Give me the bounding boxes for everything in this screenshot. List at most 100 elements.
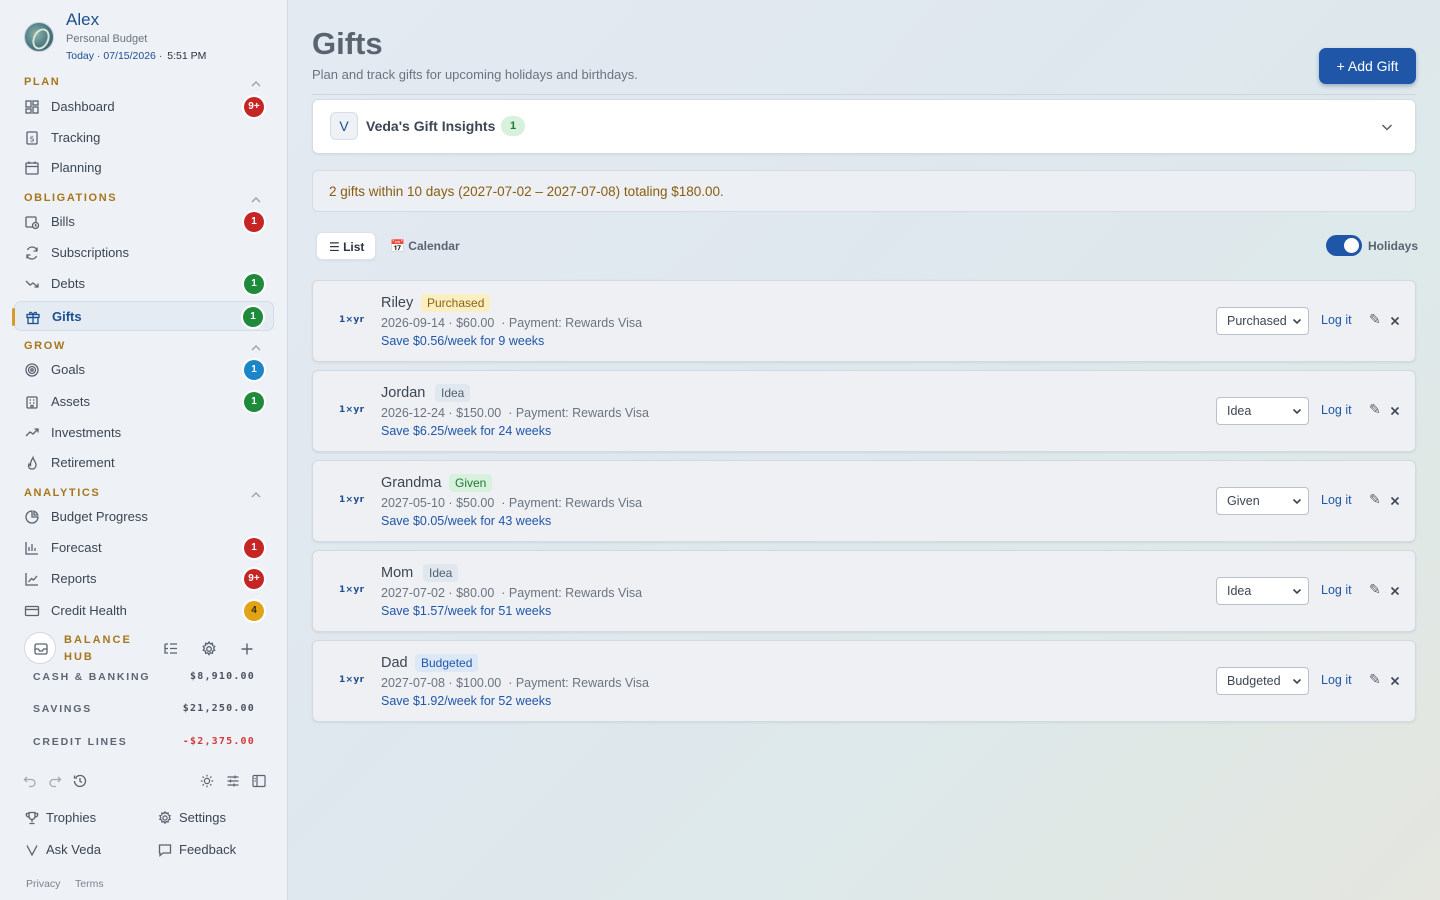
- pencil-icon[interactable]: ✎: [1369, 582, 1383, 596]
- gift-date: 2026-09-14: [381, 316, 445, 330]
- sidebar-item-investments[interactable]: Investments: [14, 418, 274, 448]
- pencil-icon[interactable]: ✎: [1369, 312, 1383, 326]
- chevron-up-icon[interactable]: [248, 192, 264, 208]
- sidebar-item-bills[interactable]: Bills 1: [14, 207, 274, 237]
- account-row-savings[interactable]: SAVINGS $21,250.00: [33, 703, 255, 719]
- sidebar-item-budget-progress[interactable]: Budget Progress: [14, 502, 274, 532]
- gift-insights-panel[interactable]: V Veda's Gift Insights 1: [312, 99, 1416, 154]
- terms-link[interactable]: Terms: [75, 878, 104, 890]
- settings-link[interactable]: Settings: [157, 809, 267, 827]
- insights-title: Veda's Gift Insights: [366, 118, 496, 134]
- add-gift-button[interactable]: + Add Gift: [1319, 48, 1416, 84]
- chevron-up-icon[interactable]: [248, 76, 264, 92]
- status-badge: Given: [449, 474, 493, 492]
- tab-calendar[interactable]: 📅 Calendar: [380, 232, 470, 260]
- gift-meta: 2027-07-08 · $100.00 · Payment: Rewards …: [381, 676, 650, 690]
- sidebar-item-planning[interactable]: Planning: [14, 153, 274, 183]
- account-row-cash-banking[interactable]: CASH & BANKING $8,910.00: [33, 671, 255, 687]
- holidays-toggle[interactable]: [1326, 235, 1362, 256]
- gift-amount: $150.00: [456, 406, 502, 420]
- log-it-link[interactable]: Log it: [1321, 403, 1352, 417]
- close-icon[interactable]: [1389, 494, 1401, 506]
- privacy-link[interactable]: Privacy: [26, 878, 60, 890]
- pencil-icon[interactable]: ✎: [1369, 492, 1383, 506]
- settings-label: Settings: [179, 810, 226, 825]
- savings-plan: Save $6.25/week for 24 weeks: [381, 424, 552, 438]
- sidebar-item-goals[interactable]: Goals 1: [14, 355, 274, 385]
- section-grow[interactable]: GROW: [24, 340, 264, 356]
- sidebar-item-reports[interactable]: Reports 9+: [14, 564, 274, 594]
- undo-icon[interactable]: [22, 773, 38, 789]
- sidebar-item-tracking[interactable]: $ Tracking: [14, 123, 274, 153]
- chevron-down-icon[interactable]: [1379, 119, 1395, 135]
- pencil-icon[interactable]: ✎: [1369, 402, 1383, 416]
- sidebar-item-subscriptions[interactable]: Subscriptions: [14, 238, 274, 268]
- plus-icon[interactable]: [238, 640, 256, 658]
- sidebar-item-dashboard[interactable]: Dashboard 9+: [14, 92, 274, 122]
- gear-icon[interactable]: [200, 640, 218, 658]
- flame-icon: [24, 455, 40, 471]
- sidebar-item-debts[interactable]: Debts 1: [14, 269, 274, 299]
- current-time: 5:51 PM: [167, 50, 207, 62]
- notification-badge: 9+: [244, 569, 264, 589]
- status-select[interactable]: Given: [1216, 487, 1309, 515]
- gift-card-riley: 1×yr Riley Purchased 2026-09-14 · $60.00…: [312, 280, 1416, 362]
- inbox-icon[interactable]: [24, 632, 56, 664]
- pencil-icon[interactable]: ✎: [1369, 672, 1383, 686]
- log-it-link[interactable]: Log it: [1321, 673, 1352, 687]
- account-row-credit-lines[interactable]: CREDIT LINES -$2,375.00: [33, 736, 255, 752]
- sidebar-item-credit-health[interactable]: Credit Health 4: [14, 596, 274, 626]
- veda-logo-icon: [24, 842, 40, 858]
- sun-icon[interactable]: [199, 773, 215, 789]
- sidebar-item-forecast[interactable]: Forecast 1: [14, 533, 274, 563]
- close-icon[interactable]: [1389, 314, 1401, 326]
- trending-down-icon: [24, 276, 40, 292]
- status-select[interactable]: Budgeted: [1216, 667, 1309, 695]
- status-badge: Idea: [423, 564, 459, 582]
- redo-icon[interactable]: [47, 773, 63, 789]
- section-analytics[interactable]: ANALYTICS: [24, 487, 264, 503]
- status-select[interactable]: Purchased: [1216, 307, 1309, 335]
- sidebar-toggle-icon[interactable]: [251, 773, 267, 789]
- list-tree-icon[interactable]: [162, 640, 180, 658]
- log-it-link[interactable]: Log it: [1321, 313, 1352, 327]
- close-icon[interactable]: [1389, 404, 1401, 416]
- profile-card[interactable]: Alex Personal Budget Today · 07/15/2026 …: [24, 8, 274, 68]
- trophies-link[interactable]: Trophies: [24, 809, 134, 827]
- gift-meta: 2026-09-14 · $60.00 · Payment: Rewards V…: [381, 316, 643, 330]
- gift-meta: 2026-12-24 · $150.00 · Payment: Rewards …: [381, 406, 650, 420]
- close-icon[interactable]: [1389, 674, 1401, 686]
- status-select[interactable]: Idea: [1216, 577, 1309, 605]
- trending-up-icon: [24, 425, 40, 441]
- sliders-icon[interactable]: [225, 773, 241, 789]
- section-plan[interactable]: PLAN: [24, 76, 264, 92]
- pie-chart-icon: [24, 509, 40, 525]
- sidebar-item-gifts[interactable]: Gifts 1: [12, 301, 274, 331]
- section-obligations[interactable]: OBLIGATIONS: [24, 192, 264, 208]
- log-it-link[interactable]: Log it: [1321, 583, 1352, 597]
- log-it-link[interactable]: Log it: [1321, 493, 1352, 507]
- notice-text: 2 gifts within 10 days (2027-07-02 – 202…: [329, 184, 724, 199]
- chevron-down-icon: [1292, 408, 1302, 415]
- avatar[interactable]: [24, 22, 54, 52]
- gift-date: 2027-05-10: [381, 496, 445, 510]
- chevron-up-icon[interactable]: [248, 487, 264, 503]
- frequency-label: 1×yr: [339, 495, 365, 505]
- insights-count-badge: 1: [501, 116, 525, 136]
- gift-card-jordan: 1×yr Jordan Idea 2026-12-24 · $150.00 · …: [312, 370, 1416, 452]
- sidebar-item-retirement[interactable]: Retirement: [14, 448, 274, 478]
- profile-subtitle: Personal Budget: [66, 33, 148, 45]
- status-select[interactable]: Idea: [1216, 397, 1309, 425]
- close-icon[interactable]: [1389, 584, 1401, 596]
- sidebar-item-label: Assets: [51, 394, 91, 409]
- tab-list[interactable]: ☰ List: [316, 232, 376, 260]
- chevron-up-icon[interactable]: [248, 340, 264, 356]
- chevron-down-icon: [1292, 318, 1302, 325]
- feedback-link[interactable]: Feedback: [157, 841, 267, 859]
- trophy-icon: [24, 810, 40, 826]
- sidebar-item-assets[interactable]: Assets 1: [14, 387, 274, 417]
- ask-veda-link[interactable]: Ask Veda: [24, 841, 134, 859]
- gift-amount: $100.00: [456, 676, 502, 690]
- history-icon[interactable]: [72, 773, 88, 789]
- page-title: Gifts: [312, 26, 383, 61]
